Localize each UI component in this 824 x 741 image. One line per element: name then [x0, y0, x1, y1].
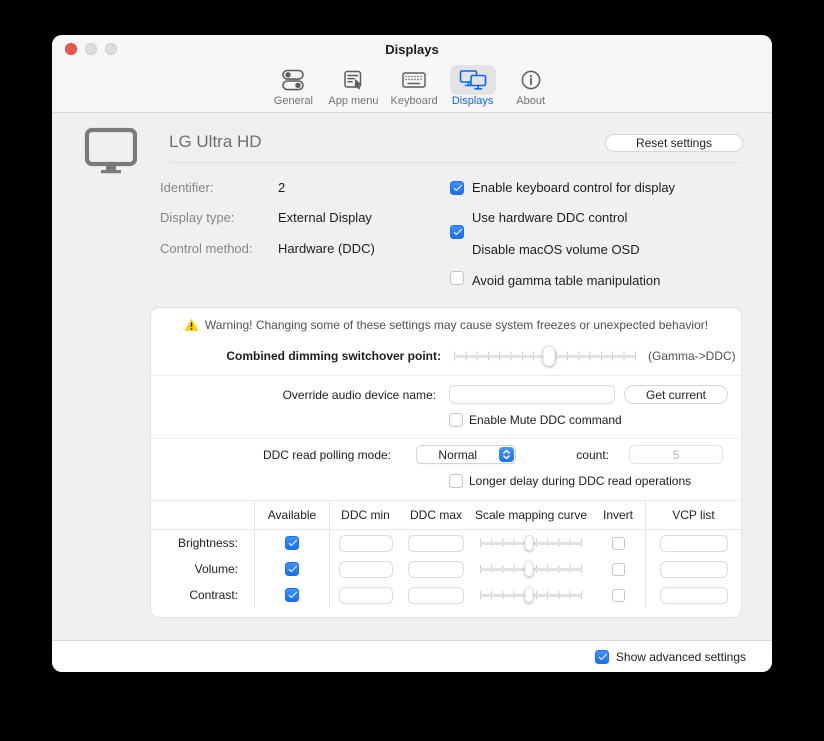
contrast-available-checkbox[interactable] [285, 588, 299, 602]
polling-mode-dropdown[interactable]: Normal [416, 445, 516, 464]
disable-osd-label: Disable macOS volume OSD [472, 243, 640, 257]
longer-delay-label: Longer delay during DDC read operations [469, 474, 691, 488]
polling-mode-label: DDC read polling mode: [151, 448, 391, 462]
col-ddc-max: DDC max [401, 501, 471, 530]
tab-general-label: General [274, 95, 313, 107]
volume-available-checkbox[interactable] [285, 562, 299, 576]
show-advanced-label: Show advanced settings [616, 650, 746, 664]
preferences-toolbar: General App menu [52, 63, 772, 113]
disable-osd-checkbox[interactable] [450, 271, 464, 285]
col-available: Available [255, 501, 330, 530]
display-name: LG Ultra HD [169, 132, 262, 152]
displays-preferences-window: Displays General [52, 35, 772, 672]
tab-app-menu[interactable]: App menu [328, 65, 378, 107]
displays-pane: LG Ultra HD Reset settings Identifier: 2… [52, 113, 772, 640]
volume-curve-slider[interactable] [480, 561, 582, 577]
show-advanced-checkbox[interactable] [595, 650, 609, 664]
dimming-suffix: (Gamma->DDC) [648, 349, 736, 363]
tab-displays-label: Displays [452, 95, 494, 107]
warning-text: Warning! Changing some of these settings… [205, 318, 708, 332]
hardware-ddc-label: Use hardware DDC control [472, 211, 627, 225]
dimming-switchover-slider[interactable] [454, 346, 636, 366]
stepper-icon [499, 447, 514, 462]
divider [151, 375, 741, 376]
control-method-label: Control method: [160, 242, 253, 256]
tab-about-label: About [516, 95, 545, 107]
keyboard-control-label: Enable keyboard control for display [472, 181, 675, 195]
display-type-label: Display type: [160, 211, 234, 225]
title-bar[interactable]: Displays [52, 35, 772, 63]
brightness-available-checkbox[interactable] [285, 536, 299, 550]
divider [151, 438, 741, 439]
tab-general[interactable]: General [270, 65, 316, 107]
mute-ddc-checkbox[interactable] [449, 413, 463, 427]
longer-delay-checkbox[interactable] [449, 474, 463, 488]
tab-keyboard[interactable]: Keyboard [391, 65, 438, 107]
slider-thumb[interactable] [542, 346, 555, 367]
brightness-curve-slider[interactable] [480, 535, 582, 551]
audio-name-label: Override audio device name: [151, 388, 436, 402]
mute-ddc-label: Enable Mute DDC command [469, 413, 622, 427]
advanced-settings-panel: Warning! Changing some of these settings… [150, 307, 742, 618]
polling-mode-value: Normal [417, 448, 499, 462]
dimming-switchover-label: Combined dimming switchover point: [151, 349, 441, 363]
displays-icon [450, 65, 496, 95]
contrast-invert-checkbox[interactable] [612, 589, 625, 602]
tab-app-menu-label: App menu [328, 95, 378, 107]
window-title: Displays [385, 42, 438, 57]
control-parameters-table: Available DDC min DDC max Scale mapping … [151, 500, 741, 617]
tab-about[interactable]: About [508, 65, 554, 107]
brightness-invert-checkbox[interactable] [612, 537, 625, 550]
brightness-ddc-min-input[interactable] [339, 535, 393, 552]
tab-displays[interactable]: Displays [450, 65, 496, 107]
display-type-value: External Display [278, 211, 372, 225]
tab-keyboard-label: Keyboard [391, 95, 438, 107]
count-input[interactable] [629, 445, 723, 464]
reset-settings-button[interactable]: Reset settings [605, 134, 743, 152]
contrast-vcp-input[interactable] [660, 587, 728, 604]
get-current-button[interactable]: Get current [624, 385, 728, 404]
traffic-lights [65, 43, 117, 55]
col-ddc-min: DDC min [330, 501, 401, 530]
toggles-icon [270, 65, 316, 95]
volume-row-label: Volume: [151, 556, 255, 582]
minimize-button[interactable] [85, 43, 97, 55]
volume-ddc-max-input[interactable] [408, 561, 464, 578]
contrast-row-label: Contrast: [151, 582, 255, 608]
audio-name-input[interactable] [449, 385, 615, 404]
menu-cursor-icon [330, 65, 376, 95]
col-vcp-list: VCP list [646, 501, 741, 530]
monitor-icon [84, 126, 138, 174]
col-invert: Invert [591, 501, 646, 530]
close-button[interactable] [65, 43, 77, 55]
count-label: count: [564, 448, 609, 462]
brightness-vcp-input[interactable] [660, 535, 728, 552]
keyboard-icon [391, 65, 437, 95]
brightness-row-label: Brightness: [151, 530, 255, 556]
volume-ddc-min-input[interactable] [339, 561, 393, 578]
hardware-ddc-checkbox[interactable] [450, 225, 464, 239]
avoid-gamma-label: Avoid gamma table manipulation [472, 274, 660, 288]
brightness-ddc-max-input[interactable] [408, 535, 464, 552]
identifier-label: Identifier: [160, 181, 213, 195]
identifier-value: 2 [278, 181, 285, 195]
keyboard-control-checkbox[interactable] [450, 181, 464, 195]
contrast-ddc-min-input[interactable] [339, 587, 393, 604]
volume-vcp-input[interactable] [660, 561, 728, 578]
footer-bar: Show advanced settings [52, 640, 772, 672]
divider [169, 162, 742, 163]
warning-icon [184, 318, 199, 332]
zoom-button[interactable] [105, 43, 117, 55]
control-method-value: Hardware (DDC) [278, 242, 375, 256]
contrast-curve-slider[interactable] [480, 587, 582, 603]
col-scale-curve: Scale mapping curve [471, 501, 591, 530]
volume-invert-checkbox[interactable] [612, 563, 625, 576]
contrast-ddc-max-input[interactable] [408, 587, 464, 604]
info-icon [508, 65, 554, 95]
